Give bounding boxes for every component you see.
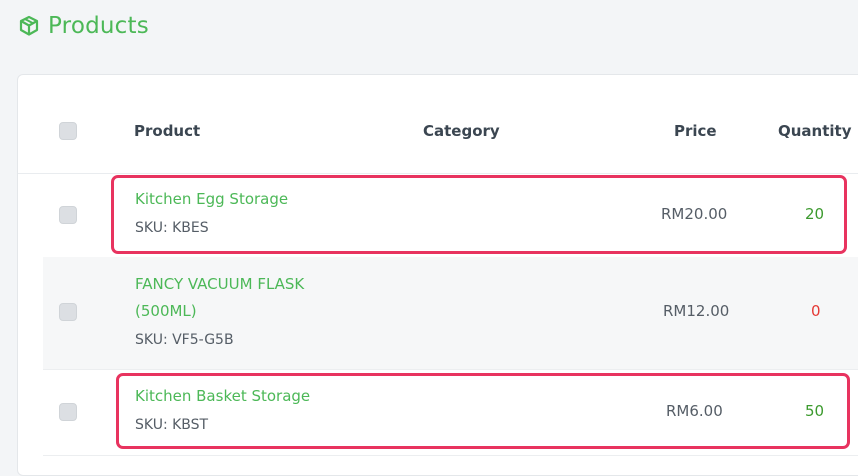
- column-header-category[interactable]: Category: [423, 122, 500, 140]
- select-all-checkbox[interactable]: [59, 122, 77, 140]
- column-header-product[interactable]: Product: [134, 122, 200, 140]
- product-quantity: 0: [811, 302, 821, 320]
- table-header: Product Category Price Quantity: [18, 75, 858, 174]
- page-header: Products: [18, 10, 149, 42]
- page-title: Products: [48, 13, 149, 39]
- column-header-price[interactable]: Price: [674, 122, 717, 140]
- row-checkbox[interactable]: [59, 303, 77, 321]
- box-icon: [18, 15, 40, 37]
- row-checkbox[interactable]: [59, 206, 77, 224]
- product-name-link[interactable]: FANCY VACUUM FLASK: [135, 271, 304, 298]
- product-sku: SKU: VF5-G5B: [135, 332, 234, 348]
- product-name-link-line2[interactable]: (500ML): [135, 298, 197, 325]
- row-checkbox[interactable]: [59, 403, 77, 421]
- table-row[interactable]: FANCY VACUUM FLASK (500ML) SKU: VF5-G5B …: [43, 257, 858, 370]
- row-highlight-box: [111, 175, 847, 254]
- product-price: RM12.00: [663, 302, 730, 320]
- column-header-quantity[interactable]: Quantity: [778, 122, 852, 140]
- row-highlight-box: [116, 373, 850, 449]
